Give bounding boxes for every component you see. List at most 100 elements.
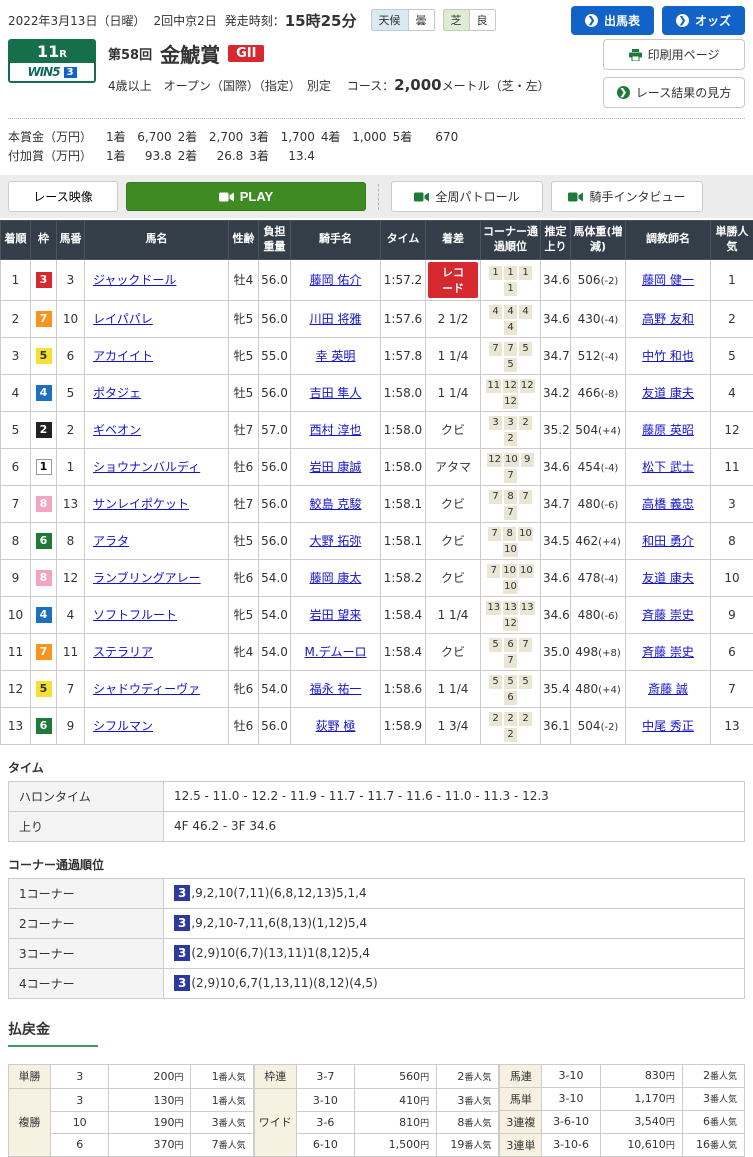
patrol-video-button[interactable]: 全周パトロール bbox=[391, 181, 543, 212]
body-weight: 454(-4) bbox=[571, 448, 626, 485]
horse-name-link[interactable]: ジャックドール bbox=[93, 273, 176, 287]
trainer-name-link[interactable]: 中竹 和也 bbox=[642, 349, 694, 363]
play-button[interactable]: PLAY bbox=[126, 182, 366, 211]
horse-name-link[interactable]: サンレイポケット bbox=[93, 497, 189, 511]
print-page-button[interactable]: 印刷用ページ bbox=[603, 39, 745, 70]
horse-name-link[interactable]: ステラリア bbox=[93, 645, 153, 659]
prize-value: 13.4 bbox=[269, 149, 315, 163]
frame-cell: 8 bbox=[31, 485, 57, 522]
play-circle-icon bbox=[585, 14, 598, 27]
payout-amount: 1,500円 bbox=[354, 1134, 436, 1157]
horse-name-link[interactable]: ランブリングアレー bbox=[93, 571, 201, 585]
yen-suffix: 円 bbox=[174, 1097, 183, 1107]
jockey-name-link[interactable]: 西村 淳也 bbox=[310, 423, 362, 437]
payout-amount: 560円 bbox=[354, 1064, 436, 1089]
jockey-name-link[interactable]: 吉田 隼人 bbox=[310, 386, 362, 400]
odds-button[interactable]: オッズ bbox=[662, 6, 745, 35]
divider bbox=[378, 184, 379, 210]
bet-selection: 10 bbox=[51, 1111, 109, 1133]
result-row: 1044ソフトフルート牝554.0岩田 望来1:58.41 1/41313131… bbox=[1, 596, 753, 633]
win-popularity: 2 bbox=[711, 300, 753, 337]
trainer-name-link[interactable]: 藤岡 健一 bbox=[642, 273, 694, 287]
trainer-name-link[interactable]: 和田 勇介 bbox=[642, 534, 694, 548]
trainer-name-link[interactable]: 中尾 秀正 bbox=[642, 719, 694, 733]
carried-weight: 55.0 bbox=[259, 337, 291, 374]
race-meeting: 2回中京2日 bbox=[153, 12, 216, 29]
result-row: 9812ランブリングアレー牝654.0藤岡 康太1:58.2クビ71010103… bbox=[1, 559, 753, 596]
jockey-name-link[interactable]: 荻野 極 bbox=[316, 719, 356, 733]
bet-selection: 3-6-10 bbox=[542, 1110, 600, 1133]
horse-name-link[interactable]: ポタジェ bbox=[93, 386, 141, 400]
popularity-suffix: 番人気 bbox=[464, 1119, 491, 1129]
jockey-interview-button[interactable]: 騎手インタビュー bbox=[551, 181, 703, 212]
course-label: コース： bbox=[347, 79, 394, 93]
prize-value: 670 bbox=[412, 130, 458, 144]
carried-weight: 54.0 bbox=[259, 596, 291, 633]
margin: クビ bbox=[426, 522, 481, 559]
jockey-name-link[interactable]: 鮫島 克駿 bbox=[310, 497, 362, 511]
corner-positions: 2222 bbox=[481, 707, 541, 744]
trainer-name-link[interactable]: 藤原 英昭 bbox=[642, 423, 694, 437]
trainer-name-link[interactable]: 友道 康夫 bbox=[642, 386, 694, 400]
corner-position-chip: 10 bbox=[504, 453, 519, 467]
entries-button[interactable]: 出馬表 bbox=[571, 6, 654, 35]
popularity-suffix: 番人気 bbox=[464, 1073, 491, 1083]
results-guide-button[interactable]: レース結果の見方 bbox=[603, 77, 745, 108]
corner-row-label: 2コーナー bbox=[9, 908, 164, 938]
carried-weight: 54.0 bbox=[259, 559, 291, 596]
payout-amount: 3,540円 bbox=[600, 1110, 682, 1133]
trainer-name-link[interactable]: 斉藤 崇史 bbox=[642, 608, 694, 622]
prize-main-row: 本賞金（万円） 1着6,7002着2,7003着1,7004着1,0005着67… bbox=[8, 128, 745, 145]
horse-name-link[interactable]: ソフトフルート bbox=[93, 608, 177, 622]
body-weight: 478(-4) bbox=[571, 559, 626, 596]
weather-badge: 天候 曇 bbox=[371, 9, 435, 31]
popularity-suffix: 番人気 bbox=[219, 1097, 246, 1107]
popularity-suffix: 番人気 bbox=[710, 1118, 737, 1128]
horse-name-link[interactable]: シフルマン bbox=[93, 719, 153, 733]
trainer-name-link[interactable]: 高野 友和 bbox=[642, 312, 694, 326]
jockey-name-link[interactable]: 岩田 康誠 bbox=[310, 460, 362, 474]
time-row-value: 12.5 - 11.0 - 12.2 - 11.9 - 11.7 - 11.7 … bbox=[164, 781, 745, 811]
trainer-name-link[interactable]: 友道 康夫 bbox=[642, 571, 694, 585]
trainer-name-link[interactable]: 高橋 義忠 bbox=[642, 497, 694, 511]
horse-name-link[interactable]: レイパパレ bbox=[93, 312, 153, 326]
horse-name-link[interactable]: シャドウディーヴァ bbox=[93, 682, 200, 696]
horse-name-link[interactable]: ショウナンバルディ bbox=[93, 460, 200, 474]
page-header: 2022年3月13日（日曜） 2回中京2日 発走時刻： 15時25分 天候 曇 … bbox=[0, 0, 753, 175]
jockey-name-link[interactable]: 福永 祐一 bbox=[310, 682, 362, 696]
frame-number-badge: 7 bbox=[36, 644, 52, 660]
last-3f: 34.2 bbox=[541, 374, 571, 411]
finish-position: 11 bbox=[1, 633, 31, 670]
corner-positions: 781010 bbox=[481, 522, 541, 559]
payout-amount: 200円 bbox=[109, 1064, 191, 1089]
jockey-name-link[interactable]: 大野 拓弥 bbox=[310, 534, 362, 548]
corner-positions: 3322 bbox=[481, 411, 541, 448]
body-weight-diff: (+8) bbox=[598, 648, 621, 659]
frame-cell: 4 bbox=[31, 596, 57, 633]
jockey-name-link[interactable]: 岩田 望来 bbox=[310, 608, 362, 622]
trainer-name-link[interactable]: 斉藤 崇史 bbox=[642, 645, 694, 659]
corner-positions: 11121212 bbox=[481, 374, 541, 411]
trainer-name-link[interactable]: 松下 武士 bbox=[642, 460, 694, 474]
jockey-name-link[interactable]: 川田 将雅 bbox=[310, 312, 362, 326]
jockey-name-link[interactable]: M.デムーロ bbox=[305, 645, 367, 659]
jockey-name-link[interactable]: 藤岡 佑介 bbox=[310, 273, 362, 287]
horse-name-link[interactable]: アラタ bbox=[93, 534, 129, 548]
corner-position-chip: 1 bbox=[504, 282, 517, 296]
race-video-button[interactable]: レース映像 bbox=[8, 181, 118, 212]
race-name: 金鯱賞 bbox=[160, 39, 220, 68]
horse-name-link[interactable]: ギベオン bbox=[93, 423, 141, 437]
time-row: ハロンタイム12.5 - 11.0 - 12.2 - 11.9 - 11.7 -… bbox=[9, 781, 745, 811]
body-weight: 430(-4) bbox=[571, 300, 626, 337]
jockey-name-link[interactable]: 幸 英明 bbox=[316, 349, 356, 363]
bet-selection: 3-10-6 bbox=[542, 1133, 600, 1156]
carried-weight: 56.0 bbox=[259, 485, 291, 522]
trainer-name-link[interactable]: 斎藤 誠 bbox=[648, 682, 688, 696]
horse-name-link[interactable]: アカイイト bbox=[93, 349, 153, 363]
frame-cell: 6 bbox=[31, 707, 57, 744]
race-number: 11R bbox=[10, 41, 94, 63]
yen-suffix: 円 bbox=[420, 1097, 429, 1107]
corner-row: 3コーナー3(2,9)10(6,7)(13,11)1(8,12)5,4 bbox=[9, 938, 745, 968]
result-row: 611ショウナンバルディ牡656.0岩田 康誠1:58.0アタマ12109734… bbox=[1, 448, 753, 485]
jockey-name-link[interactable]: 藤岡 康太 bbox=[310, 571, 362, 585]
